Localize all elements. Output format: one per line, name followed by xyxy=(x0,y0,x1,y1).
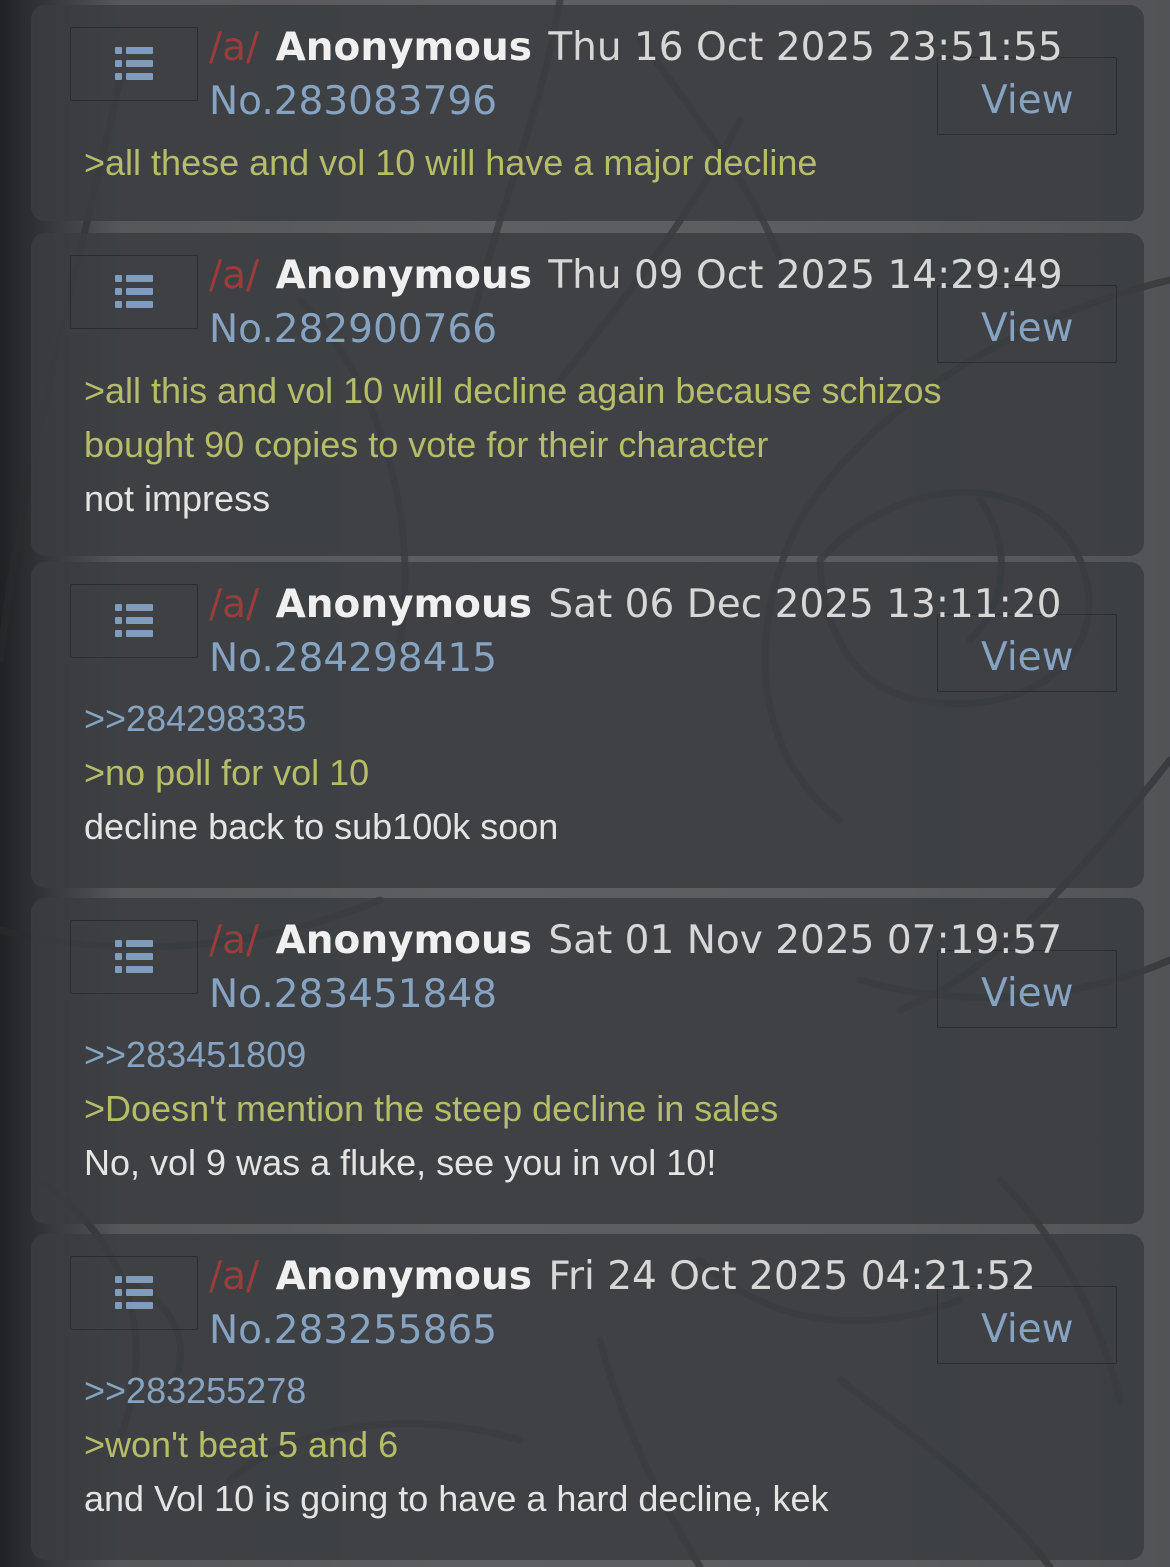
view-button[interactable]: View xyxy=(981,76,1074,126)
text-line: not impress xyxy=(84,478,271,519)
greentext-line: >all this and vol 10 will decline again … xyxy=(84,370,942,411)
post-card: /a/ Anonymous Sat 01 Nov 2025 07:19:57 N… xyxy=(31,898,1144,1224)
post-body: >>283255278 >won't beat 5 and 6 and Vol … xyxy=(84,1364,829,1526)
reply-link[interactable]: >>283255278 xyxy=(84,1364,829,1418)
text-line: and Vol 10 is going to have a hard decli… xyxy=(84,1478,829,1519)
post-number-link[interactable]: No.283083796 xyxy=(209,77,497,127)
list-icon[interactable] xyxy=(115,275,153,309)
post-number-link[interactable]: No.283255865 xyxy=(209,1306,497,1356)
view-button[interactable]: View xyxy=(981,969,1074,1019)
poster-name: Anonymous xyxy=(275,582,532,627)
board-link[interactable]: /a/ xyxy=(209,253,259,298)
post-header: /a/ Anonymous Sat 06 Dec 2025 13:11:20 xyxy=(209,580,1061,630)
list-icon[interactable] xyxy=(115,47,153,81)
post-number-link[interactable]: No.283451848 xyxy=(209,970,497,1020)
list-icon[interactable] xyxy=(115,940,153,974)
post-date: Fri 24 Oct 2025 04:21:52 xyxy=(548,1254,1036,1299)
reply-link[interactable]: >>283451809 xyxy=(84,1028,778,1082)
poster-name: Anonymous xyxy=(275,1254,532,1299)
board-link[interactable]: /a/ xyxy=(209,1254,259,1299)
post-body: >all this and vol 10 will decline again … xyxy=(84,364,942,526)
post-header: /a/ Anonymous Fri 24 Oct 2025 04:21:52 xyxy=(209,1252,1036,1302)
post-header: /a/ Anonymous Thu 09 Oct 2025 14:29:49 xyxy=(209,251,1063,301)
view-button[interactable]: View xyxy=(981,633,1074,683)
greentext-line: >no poll for vol 10 xyxy=(84,752,370,793)
post-header: /a/ Anonymous Sat 01 Nov 2025 07:19:57 xyxy=(209,916,1062,966)
post-body: >>284298335 >no poll for vol 10 decline … xyxy=(84,692,558,854)
reply-link[interactable]: >>284298335 xyxy=(84,692,558,746)
view-button[interactable]: View xyxy=(981,304,1074,354)
greentext-line: >all these and vol 10 will have a major … xyxy=(84,142,818,183)
post-header: /a/ Anonymous Thu 16 Oct 2025 23:51:55 xyxy=(209,23,1063,73)
post-body: >all these and vol 10 will have a major … xyxy=(84,136,817,190)
board-link[interactable]: /a/ xyxy=(209,918,259,963)
post-date: Sat 06 Dec 2025 13:11:20 xyxy=(548,582,1062,627)
list-icon[interactable] xyxy=(115,1276,153,1310)
post-card: /a/ Anonymous Thu 09 Oct 2025 14:29:49 N… xyxy=(31,233,1144,556)
text-line: decline back to sub100k soon xyxy=(84,806,559,847)
post-card: /a/ Anonymous Thu 16 Oct 2025 23:51:55 N… xyxy=(31,5,1144,221)
board-link[interactable]: /a/ xyxy=(209,582,259,627)
greentext-line: bought 90 copies to vote for their chara… xyxy=(84,424,769,465)
post-card: /a/ Anonymous Sat 06 Dec 2025 13:11:20 N… xyxy=(31,562,1144,888)
greentext-line: >won't beat 5 and 6 xyxy=(84,1424,399,1465)
view-button[interactable]: View xyxy=(981,1305,1074,1355)
greentext-line: >Doesn't mention the steep decline in sa… xyxy=(84,1088,779,1129)
list-icon[interactable] xyxy=(115,604,153,638)
post-body: >>283451809 >Doesn't mention the steep d… xyxy=(84,1028,778,1190)
post-date: Sat 01 Nov 2025 07:19:57 xyxy=(548,918,1063,963)
post-date: Thu 16 Oct 2025 23:51:55 xyxy=(548,25,1063,70)
poster-name: Anonymous xyxy=(275,253,532,298)
poster-name: Anonymous xyxy=(275,918,532,963)
post-date: Thu 09 Oct 2025 14:29:49 xyxy=(548,253,1063,298)
post-number-link[interactable]: No.284298415 xyxy=(209,634,497,684)
poster-name: Anonymous xyxy=(275,25,532,70)
board-link[interactable]: /a/ xyxy=(209,25,259,70)
post-card: /a/ Anonymous Fri 24 Oct 2025 04:21:52 N… xyxy=(31,1234,1144,1560)
post-number-link[interactable]: No.282900766 xyxy=(209,305,497,355)
text-line: No, vol 9 was a fluke, see you in vol 10… xyxy=(84,1142,717,1183)
